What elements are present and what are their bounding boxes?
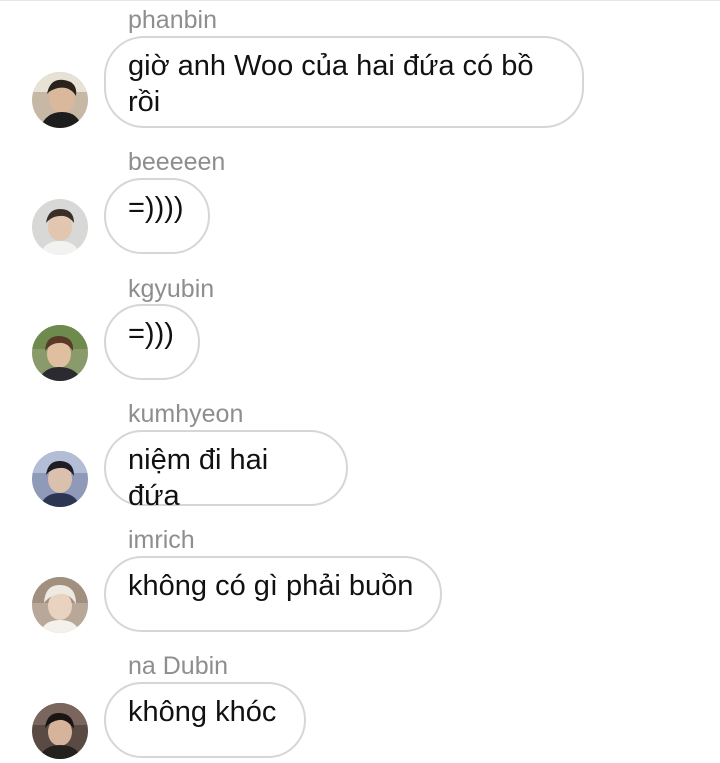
user-avatar[interactable] <box>32 703 88 759</box>
message-bubble[interactable]: niệm đi hai đứa <box>104 430 348 512</box>
sender-username[interactable]: phanbin <box>128 6 217 34</box>
sender-username[interactable]: imrich <box>128 526 195 554</box>
sender-username[interactable]: kumhyeon <box>128 400 243 428</box>
sender-username[interactable]: beeeeen <box>128 148 225 176</box>
message-bubble[interactable]: giờ anh Woo của hai đứa có bồ rồi <box>104 36 584 128</box>
chat-thread: phanbin giờ anh Woo của hai đứa có bồ rồ… <box>0 0 720 763</box>
message-bubble[interactable]: không có gì phải buồn <box>104 556 442 632</box>
message-bubble[interactable]: =)))) <box>104 178 210 254</box>
user-avatar[interactable] <box>32 451 88 507</box>
message-bubble[interactable]: không khóc <box>104 682 306 758</box>
user-avatar[interactable] <box>32 325 88 381</box>
sender-username[interactable]: kgyubin <box>128 275 214 303</box>
sender-username[interactable]: na Dubin <box>128 652 228 680</box>
user-avatar[interactable] <box>32 577 88 633</box>
user-avatar[interactable] <box>32 199 88 255</box>
message-bubble[interactable]: =))) <box>104 304 200 380</box>
user-avatar[interactable] <box>32 72 88 128</box>
